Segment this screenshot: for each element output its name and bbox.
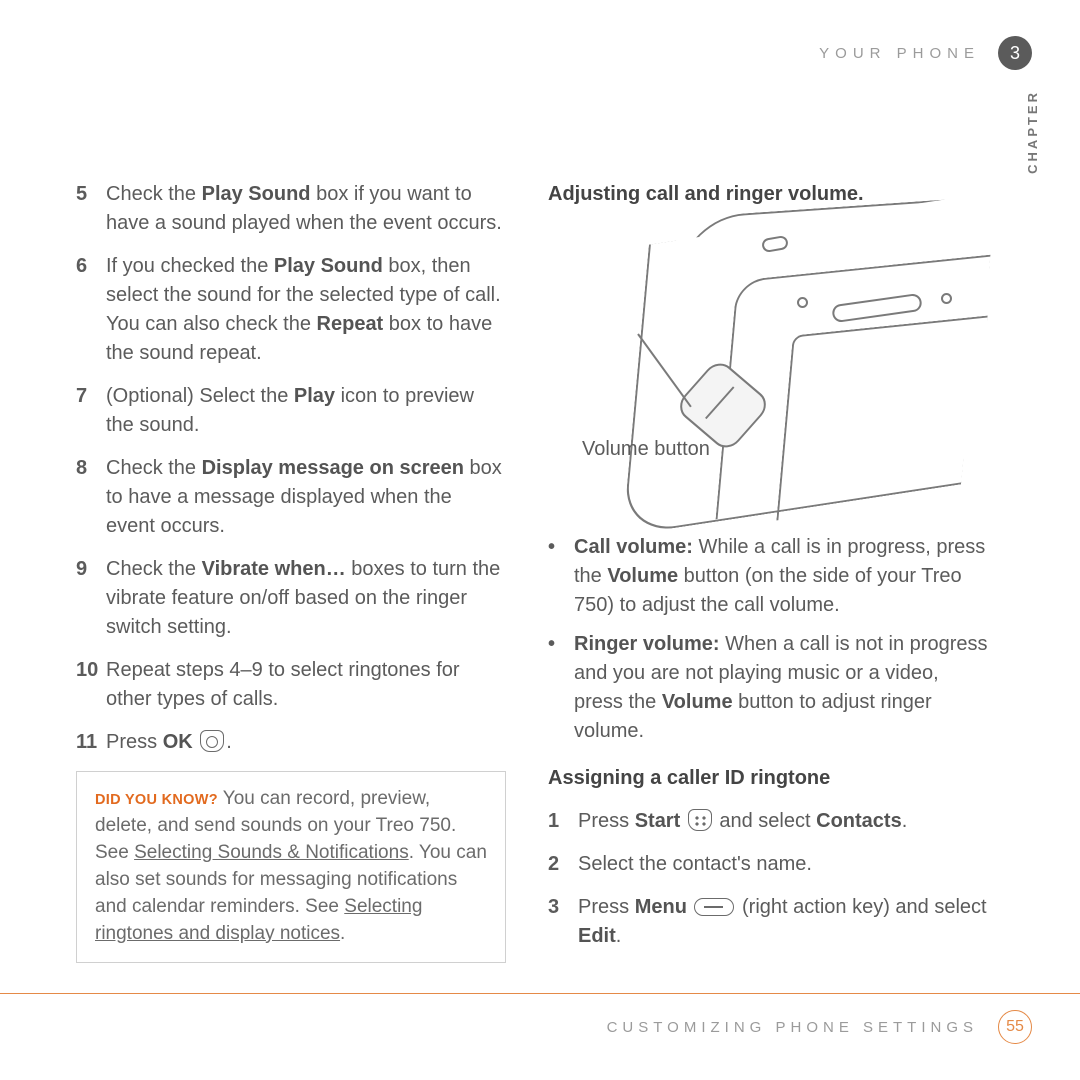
step-10: 10Repeat steps 4–9 to select ringtones f… xyxy=(76,656,506,714)
page-header: YOUR PHONE 3 xyxy=(76,36,1032,70)
cid-step-2: 2Select the contact's name. xyxy=(548,850,988,879)
bullet-call-volume: •Call volume: While a call is in progres… xyxy=(548,533,988,620)
cid-step-3: 3Press Menu (right action key) and selec… xyxy=(548,893,988,951)
step-7: 7(Optional) Select the Play icon to prev… xyxy=(76,382,506,440)
volume-button-label: Volume button xyxy=(582,435,710,464)
cid-step-1: 1Press Start and select Contacts. xyxy=(548,807,988,836)
ok-key-icon xyxy=(200,730,224,752)
left-steps-list: 5Check the Play Sound box if you want to… xyxy=(76,180,506,757)
menu-key-icon xyxy=(694,898,734,916)
step-8: 8Check the Display message on screen box… xyxy=(76,454,506,541)
right-column: Adjusting call and ringer volume. Volume… xyxy=(548,180,988,965)
caller-id-steps: 1Press Start and select Contacts. 2Selec… xyxy=(548,807,988,951)
page-number-badge: 55 xyxy=(998,1010,1032,1044)
start-key-icon xyxy=(688,809,712,831)
chapter-number-badge: 3 xyxy=(998,36,1032,70)
did-you-know-text: You can record, preview, delete, and sen… xyxy=(95,788,487,944)
step-9: 9Check the Vibrate when… boxes to turn t… xyxy=(76,555,506,642)
step-11: 11Press OK . xyxy=(76,728,506,757)
page-footer: CUSTOMIZING PHONE SETTINGS 55 xyxy=(0,993,1080,1044)
did-you-know-box: DID YOU KNOW? You can record, preview, d… xyxy=(76,771,506,963)
heading-caller-id-ringtone: Assigning a caller ID ringtone xyxy=(548,764,988,793)
did-you-know-label: DID YOU KNOW? xyxy=(95,792,218,808)
phone-diagram: Volume button xyxy=(548,223,988,513)
header-section-label: YOUR PHONE xyxy=(819,45,980,62)
chapter-side-label: CHAPTER xyxy=(1025,90,1040,174)
footer-section-label: CUSTOMIZING PHONE SETTINGS xyxy=(607,1019,978,1036)
left-column: 5Check the Play Sound box if you want to… xyxy=(76,180,506,965)
bullet-ringer-volume: •Ringer volume: When a call is not in pr… xyxy=(548,630,988,746)
step-6: 6If you checked the Play Sound box, then… xyxy=(76,252,506,368)
volume-bullets: •Call volume: While a call is in progres… xyxy=(548,533,988,746)
step-5: 5Check the Play Sound box if you want to… xyxy=(76,180,506,238)
